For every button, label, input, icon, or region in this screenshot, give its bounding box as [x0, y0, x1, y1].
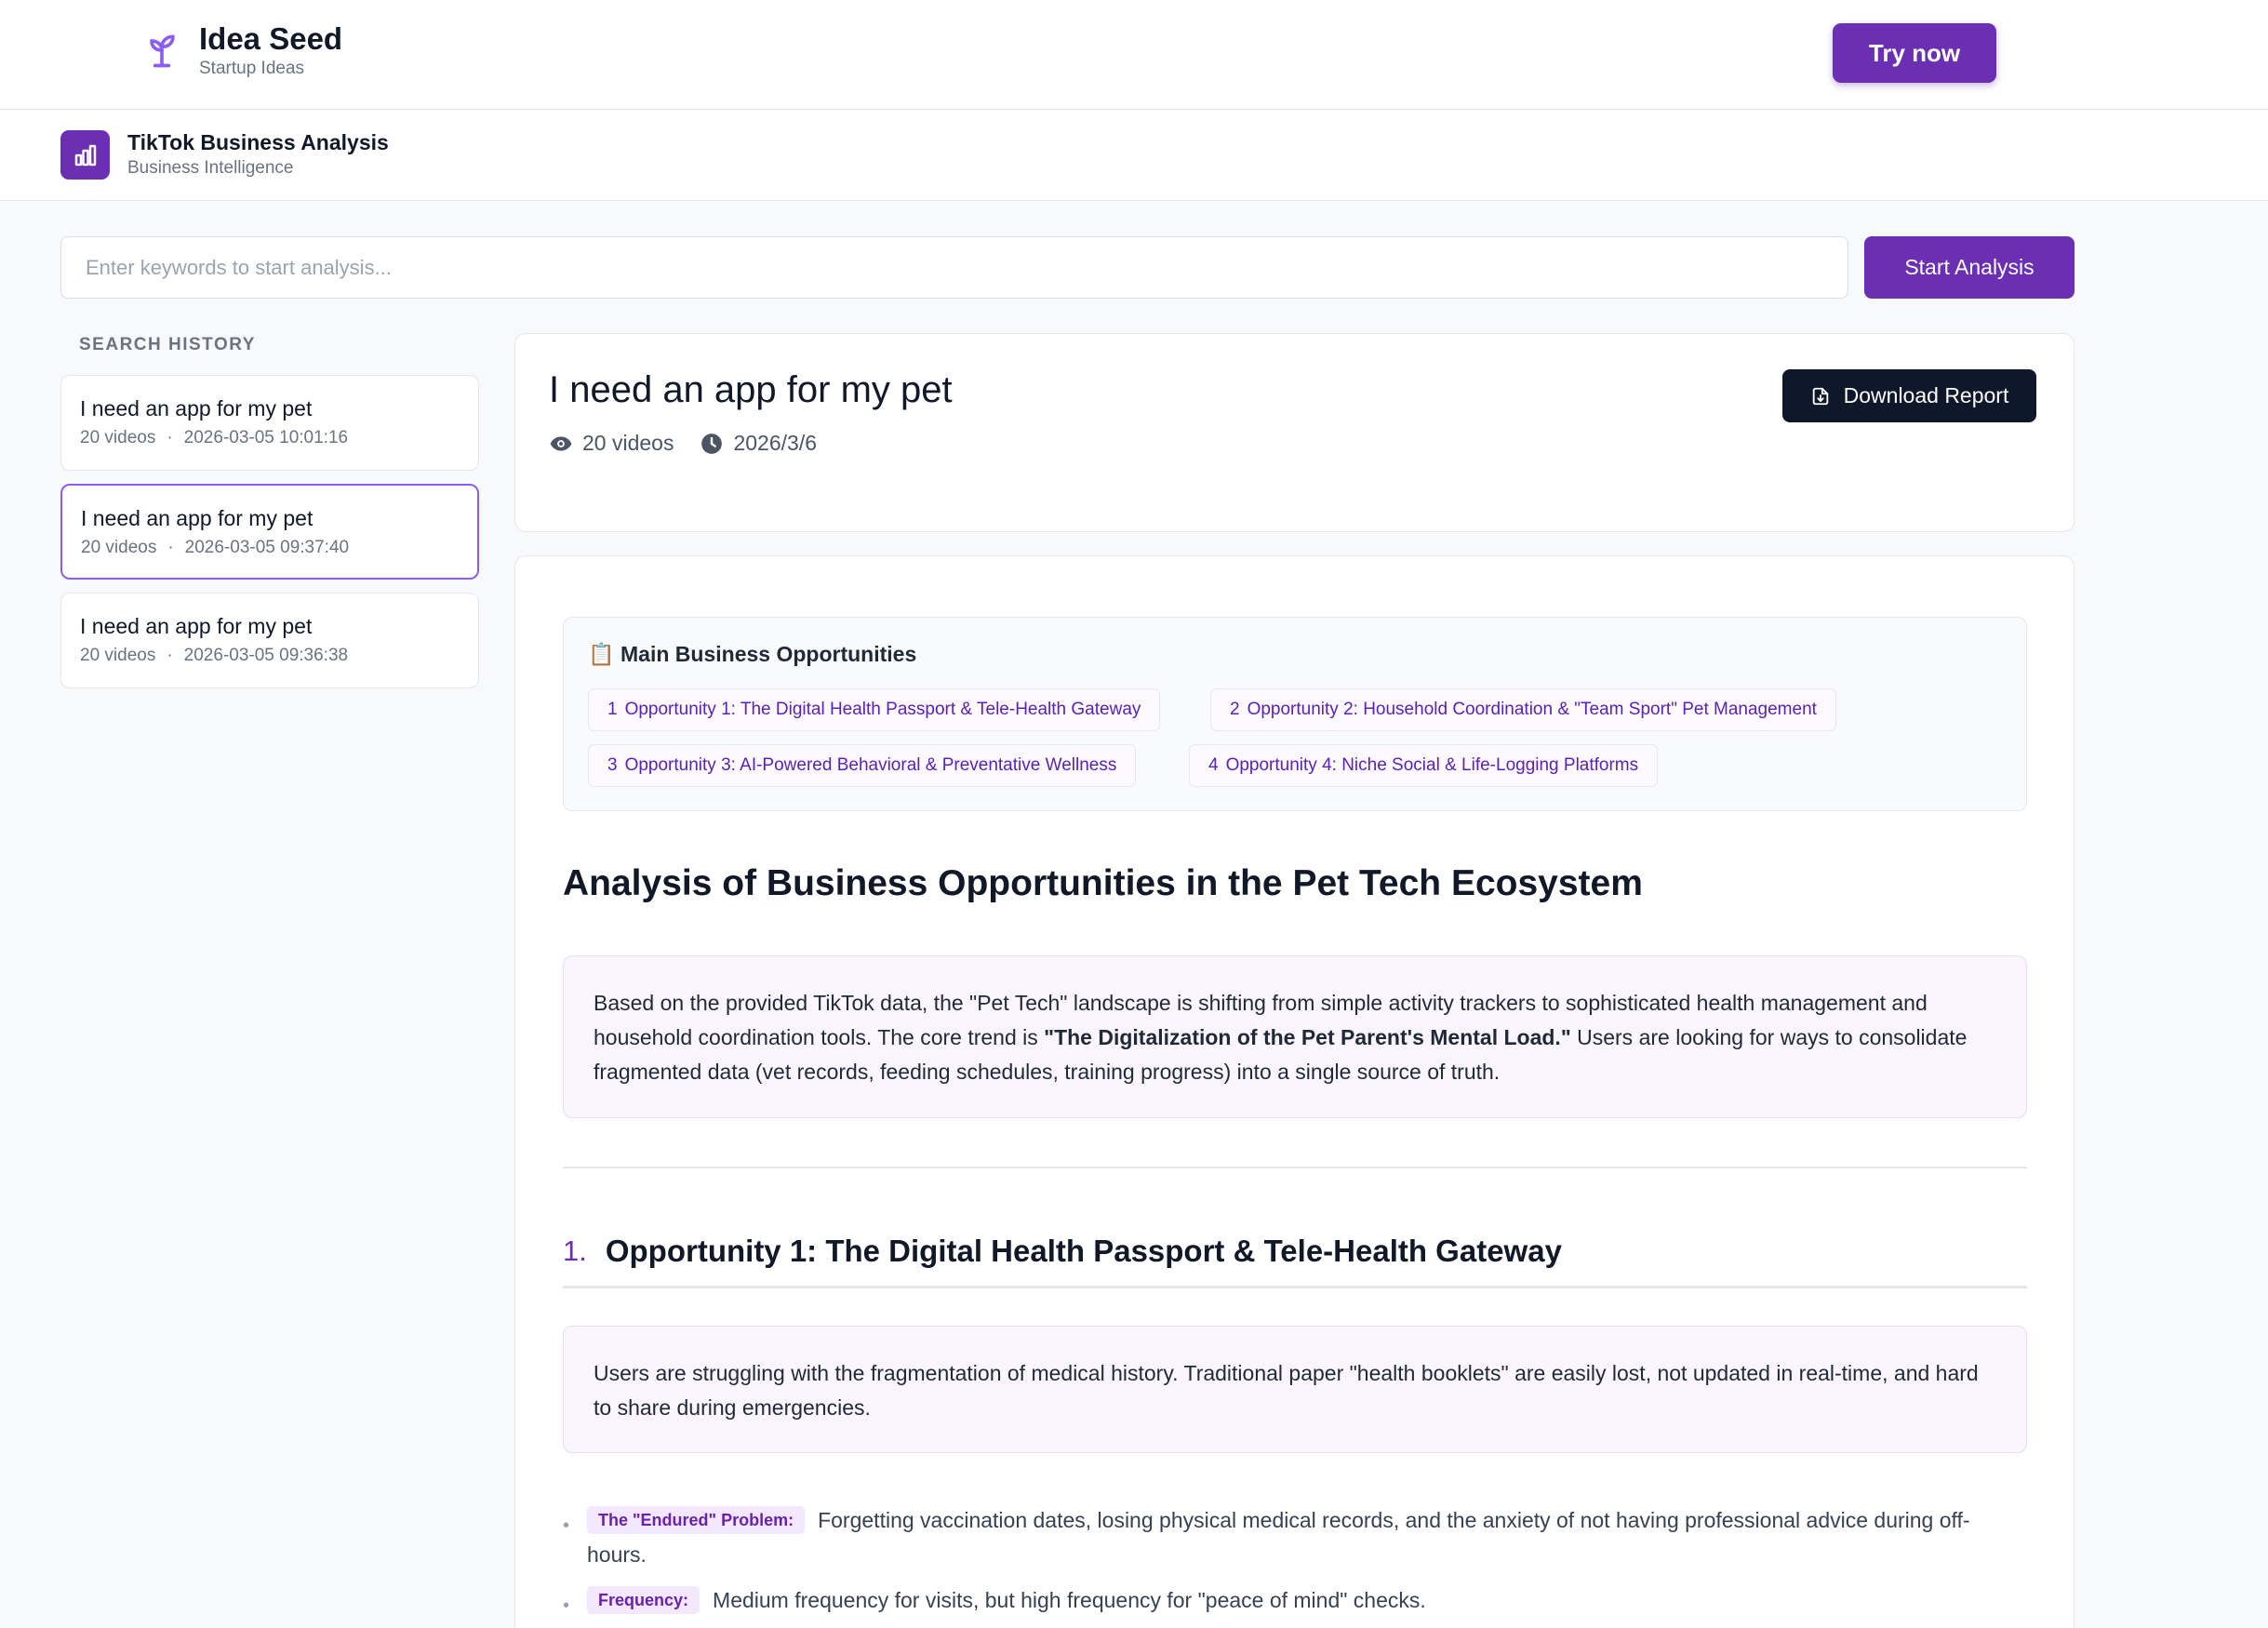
clock-icon [701, 433, 723, 454]
search-input[interactable] [60, 236, 1848, 299]
opportunity-chip-1[interactable]: 1 Opportunity 1: The Digital Health Passp… [588, 688, 1161, 731]
divider [563, 1167, 2027, 1168]
bullet-text: Medium frequency for visits, but high fr… [713, 1588, 1426, 1612]
try-now-button[interactable]: Try now [1833, 23, 1996, 83]
brand-subtitle: Startup Ideas [199, 59, 305, 78]
chip-label: Opportunity 1: The Digital Health Passpo… [624, 700, 1141, 719]
chip-number: 3 [607, 755, 618, 775]
bar-chart-icon [60, 130, 110, 180]
bullet-tag: The "Endured" Problem: [587, 1506, 806, 1534]
app-header: TikTok Business Analysis Business Intell… [0, 110, 2268, 201]
history-item[interactable]: I need an app for my pet 20 videos · 2026-… [60, 375, 479, 471]
brand-title: Idea Seed [199, 21, 343, 56]
history-item-date: 2026-03-05 09:37:40 [184, 538, 350, 557]
start-analysis-button[interactable]: Start Analysis [1864, 236, 2075, 299]
search-history-title: SEARCH HISTORY [79, 335, 256, 354]
opportunity-heading: 1. Opportunity 1: The Digital Health Pas… [563, 1231, 2027, 1288]
history-item-meta: 20 videos · 2026-03-05 09:36:38 [80, 646, 349, 665]
history-item[interactable]: I need an app for my pet 20 videos · 2026-… [60, 593, 479, 688]
history-item-title: I need an app for my pet [81, 506, 314, 530]
list-item: • The "Endured" Problem: Forgetting vacci… [563, 1503, 2027, 1572]
history-item-videos: 20 videos [80, 428, 156, 447]
result-title: I need an app for my pet [549, 369, 953, 410]
chip-number: 4 [1208, 755, 1219, 775]
sprout-icon [150, 34, 175, 68]
chip-label: Opportunity 2: Household Coordination & … [1247, 700, 1817, 719]
bullet-dot: • [563, 1515, 570, 1536]
chip-label: Opportunity 3: AI-Powered Behavioral & P… [624, 755, 1117, 775]
opportunity-number: 1. [563, 1234, 587, 1267]
result-header-card: I need an app for my pet 20 videos 2026/… [514, 333, 2075, 532]
app-title: TikTok Business Analysis [127, 130, 389, 154]
summary-callout: Based on the provided TikTok data, the "… [563, 955, 2027, 1118]
history-item-date: 2026-03-05 09:36:38 [183, 646, 349, 665]
eye-icon [550, 435, 572, 451]
history-item-active[interactable]: I need an app for my pet 20 videos · 2026-… [60, 484, 479, 580]
summary-highlight: "The Digitalization of the Pet Parent's … [1044, 1025, 1571, 1049]
result-meta: 20 videos 2026/3/6 [549, 431, 817, 456]
brand-logo[interactable]: Idea Seed Startup Ideas [141, 20, 342, 80]
download-report-button[interactable]: Download Report [1782, 369, 2036, 422]
history-item-videos: 20 videos [80, 646, 156, 665]
opportunity-chip-4[interactable]: 4 Opportunity 4: Niche Social & Life-Logg… [1189, 744, 1659, 787]
bullet-tag: Frequency: [587, 1586, 700, 1614]
report-section-title: Analysis of Business Opportunities in th… [563, 863, 1643, 903]
opportunity-description: Users are struggling with the fragmentat… [563, 1326, 2027, 1453]
opportunity-chip-3[interactable]: 3 Opportunity 3: AI-Powered Behavioral & … [588, 744, 1137, 787]
opportunity-title: Opportunity 1: The Digital Health Passpo… [605, 1234, 1562, 1268]
download-report-label: Download Report [1843, 383, 2009, 407]
top-navbar: Idea Seed Startup Ideas Try now [0, 0, 2268, 110]
result-date: 2026/3/6 [733, 431, 817, 455]
history-item-videos: 20 videos [81, 538, 157, 557]
opportunities-title: 📋 Main Business Opportunities [588, 642, 917, 666]
chip-label: Opportunity 4: Niche Social & Life-Loggi… [1225, 755, 1639, 775]
history-item-title: I need an app for my pet [80, 396, 313, 420]
opportunities-box: 📋 Main Business Opportunities 1 Opportuni… [563, 617, 2027, 811]
chip-number: 2 [1230, 700, 1240, 719]
history-item-date: 2026-03-05 10:01:16 [183, 428, 349, 447]
result-videos: 20 videos [582, 431, 674, 455]
bullet-dot: • [563, 1595, 570, 1616]
chip-number: 1 [607, 700, 618, 719]
opportunity-chip-2[interactable]: 2 Opportunity 2: Household Coordination &… [1210, 688, 1836, 731]
history-item-meta: 20 videos · 2026-03-05 09:37:40 [81, 538, 350, 557]
app-subtitle: Business Intelligence [127, 158, 294, 178]
history-item-meta: 20 videos · 2026-03-05 10:01:16 [80, 428, 349, 447]
list-item: • Frequency: Medium frequency for visits,… [563, 1583, 2027, 1618]
file-download-icon [1812, 387, 1828, 405]
report-content-card: 📋 Main Business Opportunities 1 Opportuni… [514, 555, 2075, 1628]
history-item-title: I need an app for my pet [80, 614, 313, 638]
